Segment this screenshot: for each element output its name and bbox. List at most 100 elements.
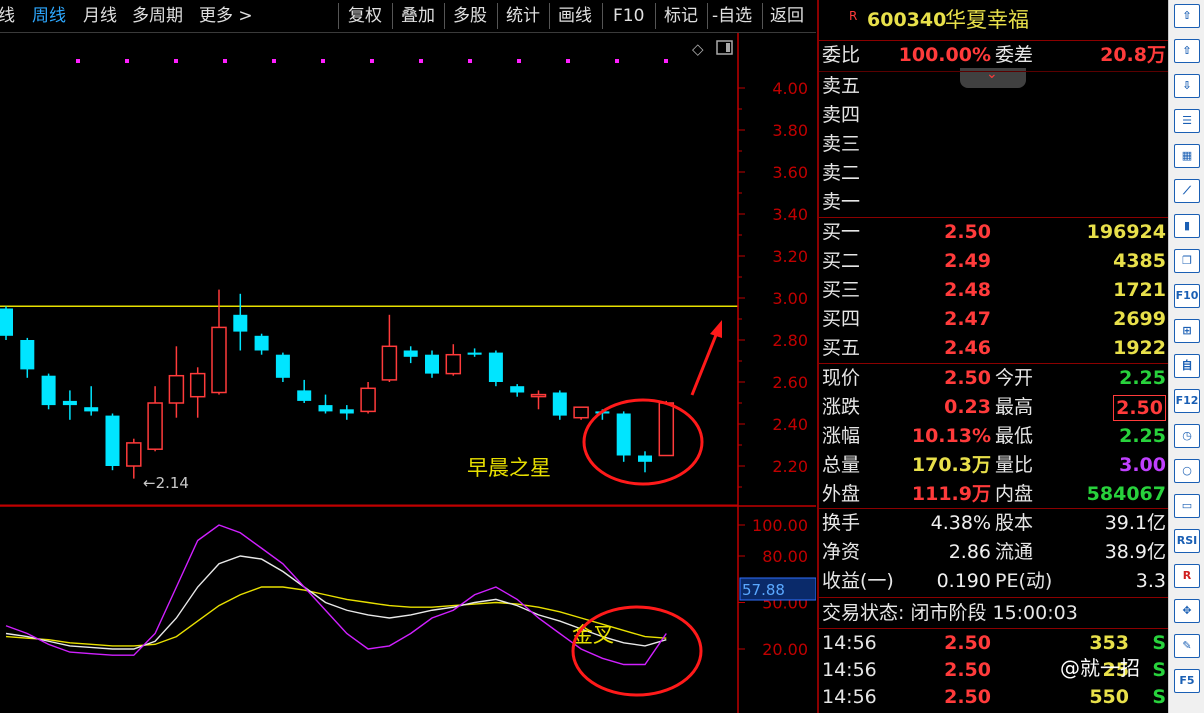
- marker-dot: [664, 59, 668, 63]
- candlestick: [254, 333, 269, 355]
- tool-sidebar: ⇧ ⇧ ⇩ ☰ ▦ ⟋ ▮ ❐ F10 ⊞ 自 F12 ◷ ○ ▭ RSI R ✥ ✎ F5: [1168, 0, 1204, 713]
- buy-level-row: 买五 2.46 1922: [822, 337, 1166, 359]
- tool-rsi-button[interactable]: RSI: [1174, 529, 1200, 553]
- morning-star-annotation: 早晨之星: [467, 456, 551, 480]
- marker-dot: [615, 59, 619, 63]
- candlestick: [20, 337, 35, 378]
- candlestick: [445, 344, 462, 376]
- quote-stat2-row: 换手 4.38% 股本 39.1亿: [822, 512, 1166, 534]
- candlestick: [233, 293, 248, 351]
- mark-button[interactable]: 标记: [664, 0, 698, 32]
- arrow-annotation: [690, 320, 722, 396]
- f10-button[interactable]: F10: [613, 0, 644, 32]
- sell-level-row: 卖二: [822, 162, 861, 184]
- candlestick: [147, 386, 163, 452]
- marker-dot: [517, 59, 521, 63]
- candlestick: [360, 382, 376, 414]
- buy-level-row: 买一 2.50 196924: [822, 221, 1166, 243]
- price-tick-label: 3.40: [772, 205, 808, 224]
- price-tick-label: 3.80: [772, 121, 808, 140]
- marker-dot: [125, 59, 129, 63]
- marker-dot: [468, 59, 472, 63]
- kline-chart[interactable]: 4.00 3.80 3.60 3.40 3.20 3.00 2.80 2.60 2.40 2.20…: [0, 33, 816, 713]
- tab-line[interactable]: 线: [0, 0, 15, 32]
- sell-level-row: 卖三: [822, 133, 861, 155]
- price-tick-label: 2.60: [772, 373, 808, 392]
- candlestick: [62, 390, 77, 420]
- chart-toolbar: 线 周线 月线 多周期 更多 > 复权 叠加 多股 统计 画线 F10 标记 -…: [0, 0, 816, 33]
- candlestick: [467, 348, 482, 357]
- candlestick: [84, 386, 99, 416]
- quote-stat-row: 涨跌 0.23 最高 2.50: [819, 393, 1169, 422]
- price-tick-label: 4.00: [772, 79, 808, 98]
- tab-weekly[interactable]: 周线: [32, 0, 66, 32]
- statistics-button[interactable]: 统计: [506, 0, 540, 32]
- price-tick-label: 3.00: [772, 289, 808, 308]
- tool-f10-button[interactable]: F10: [1174, 284, 1200, 308]
- arrow-up-outline-icon[interactable]: ⇧: [1174, 39, 1200, 63]
- tool-f12-button[interactable]: F12: [1174, 389, 1200, 413]
- more-menu-button[interactable]: 更多 >: [199, 0, 253, 32]
- tool-f5-button[interactable]: F5: [1174, 669, 1200, 693]
- candlestick: [510, 384, 525, 397]
- price-tick-label: 3.60: [772, 163, 808, 182]
- marker-dot: [272, 59, 276, 63]
- list-icon[interactable]: ☰: [1174, 109, 1200, 133]
- marker-dot: [370, 59, 374, 63]
- arrow-down-outline-icon[interactable]: ⇩: [1174, 74, 1200, 98]
- candlestick: [168, 346, 185, 418]
- diamond-icon[interactable]: ◇: [692, 40, 704, 58]
- tool-自-button[interactable]: 自: [1174, 354, 1200, 378]
- back-button[interactable]: 返回: [770, 0, 804, 32]
- window-icon[interactable]: ▭: [1174, 494, 1200, 518]
- candlestick: [573, 406, 589, 420]
- tab-multi-period[interactable]: 多周期: [132, 0, 183, 32]
- circle-icon[interactable]: ○: [1174, 459, 1200, 483]
- marker-dot: [321, 59, 325, 63]
- clock-icon[interactable]: ◷: [1174, 424, 1200, 448]
- move-icon[interactable]: ✥: [1174, 599, 1200, 623]
- buy-level-row: 买二 2.49 4385: [822, 250, 1166, 272]
- candle-chart-icon[interactable]: ▮: [1174, 214, 1200, 238]
- watermark: @就一招: [1060, 656, 1140, 680]
- marker-dot: [566, 59, 570, 63]
- circle-annotation-star: [582, 398, 704, 486]
- R-icon[interactable]: R: [1174, 564, 1200, 588]
- sell-level-row: 卖一: [822, 191, 861, 213]
- candlestick: [488, 350, 503, 387]
- candlestick: [297, 379, 312, 403]
- adjust-button[interactable]: 复权: [348, 0, 382, 32]
- pencil-icon[interactable]: ✎: [1174, 634, 1200, 658]
- candlestick: [41, 373, 56, 410]
- indicator-line-d: [5, 586, 667, 647]
- stock-name: 华夏幸福: [945, 8, 1029, 32]
- candlestick: [275, 352, 290, 382]
- overlay-button[interactable]: 叠加: [401, 0, 435, 32]
- candlestick: [552, 390, 567, 420]
- quote-panel: R 600340 华夏幸福 委比 100.00% 委差 20.8万 ⌄ 交易状态…: [817, 0, 1169, 713]
- price-tick-label: 3.20: [772, 247, 808, 266]
- candlestick: [318, 394, 333, 414]
- line-chart-icon[interactable]: ⟋: [1174, 179, 1200, 203]
- trade-status: 交易状态: 闭市阶段 15:00:03: [822, 602, 1078, 624]
- buy-level-row: 买三 2.48 1721: [822, 279, 1166, 301]
- stock-header: R 600340 华夏幸福: [819, 4, 1169, 36]
- watchlist-button[interactable]: -自选: [712, 0, 752, 32]
- tab-monthly[interactable]: 月线: [83, 0, 117, 32]
- indicator-tick-label: 80.00: [762, 547, 808, 566]
- marker-dot: [76, 59, 80, 63]
- stock-code: 600340: [867, 9, 947, 31]
- tree-icon[interactable]: ⊞: [1174, 319, 1200, 343]
- quote-stat-row: 外盘 111.9万 内盘 584067: [822, 483, 1166, 505]
- multi-stock-button[interactable]: 多股: [453, 0, 487, 32]
- quote-stat2-row: 净资 2.86 流通 38.9亿: [822, 541, 1166, 563]
- table-icon[interactable]: ▦: [1174, 144, 1200, 168]
- sell-level-row: 卖五: [822, 75, 861, 97]
- windows-icon[interactable]: ❐: [1174, 249, 1200, 273]
- candlestick: [403, 346, 418, 364]
- candlestick: [211, 289, 227, 395]
- draw-line-button[interactable]: 画线: [558, 0, 592, 32]
- candlestick: [189, 367, 206, 418]
- candlestick: [381, 314, 398, 382]
- arrow-up-icon[interactable]: ⇧: [1174, 4, 1200, 28]
